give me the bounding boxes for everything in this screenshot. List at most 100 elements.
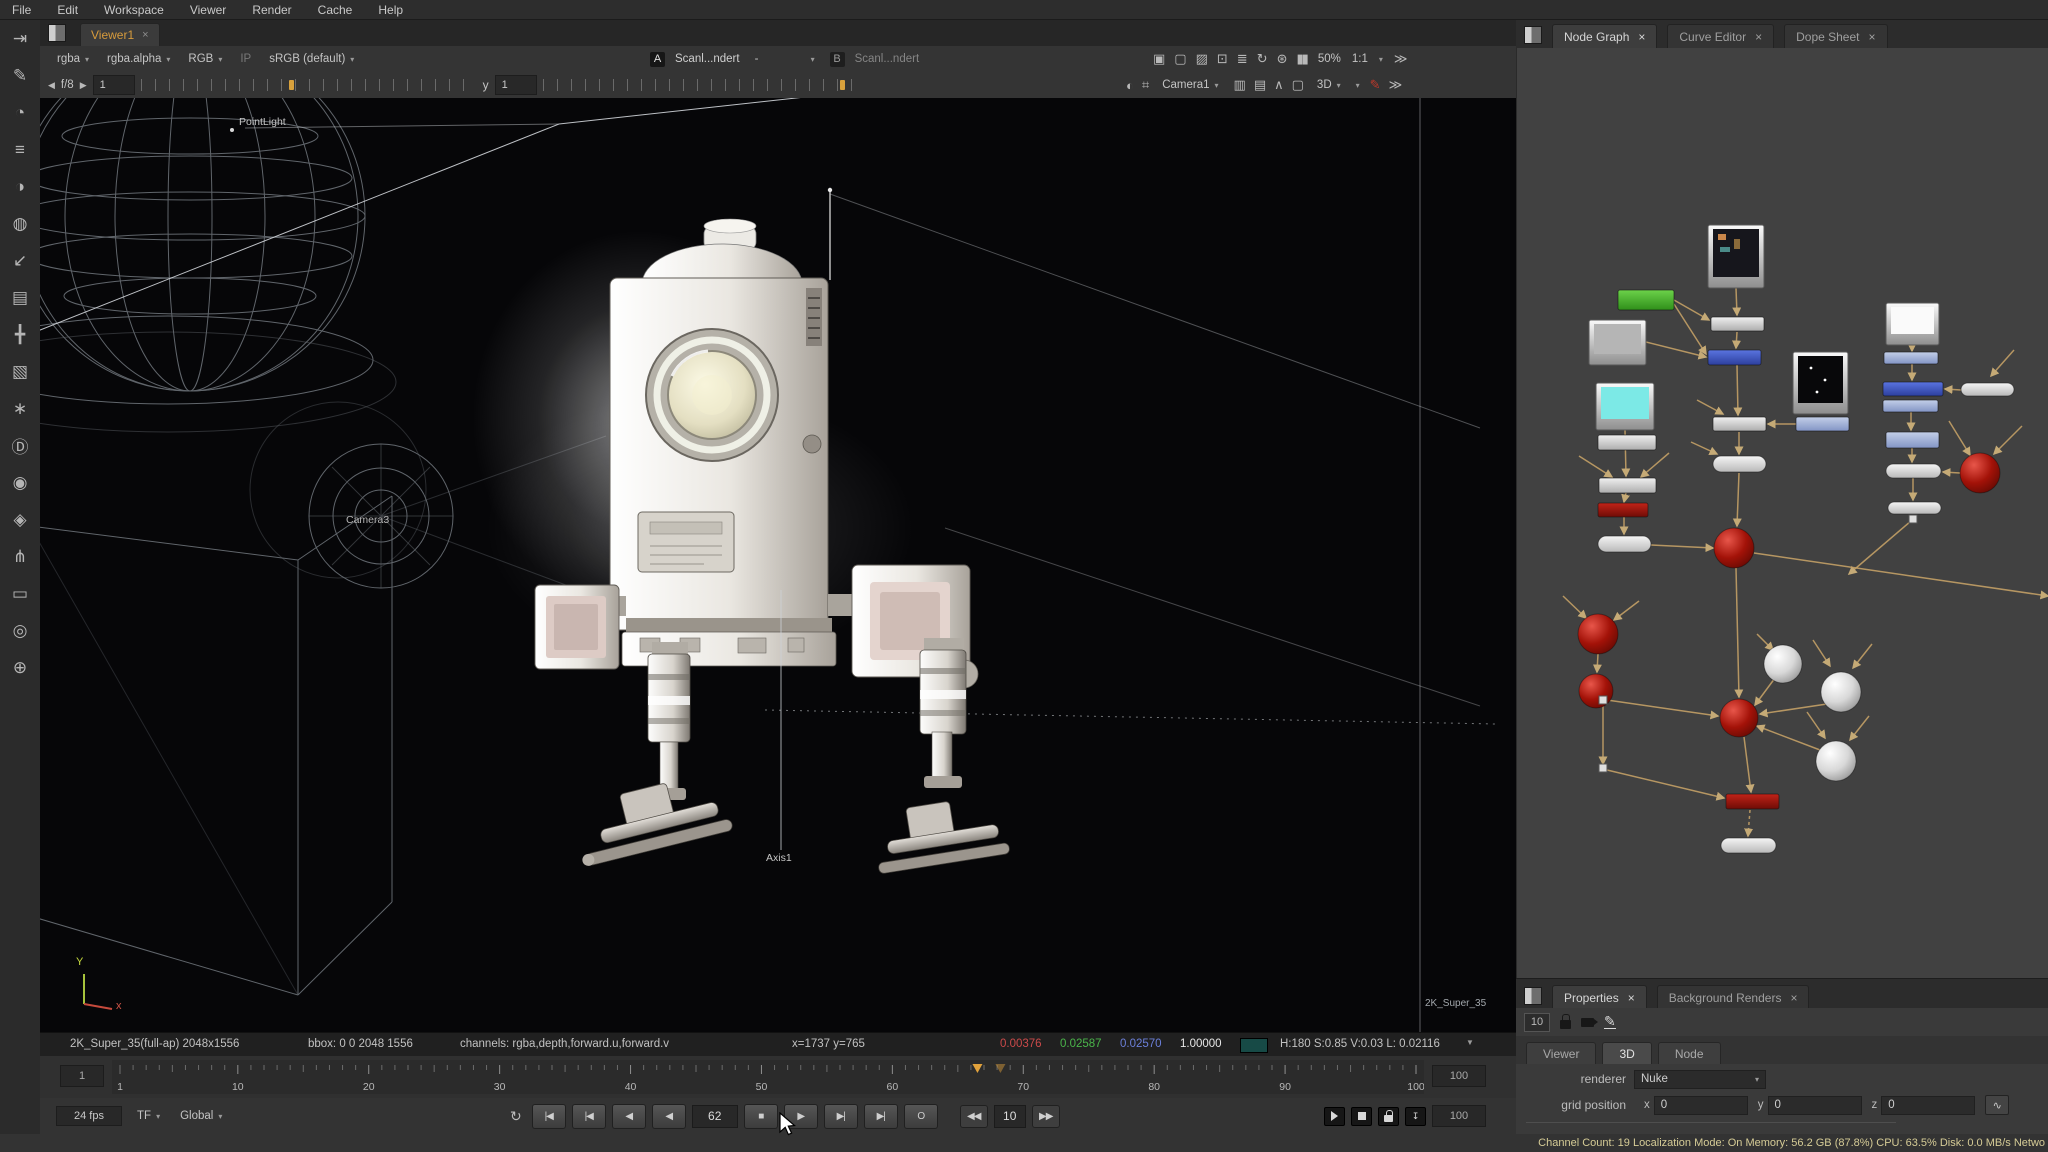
connection-elbow[interactable] bbox=[1909, 515, 1917, 523]
tab-properties[interactable]: Properties× bbox=[1552, 985, 1647, 1009]
annotate-icon[interactable]: ✎ bbox=[1370, 77, 1379, 93]
node-red-sphere[interactable] bbox=[1720, 699, 1758, 737]
gain-slider-handle[interactable] bbox=[289, 80, 294, 90]
menu-file[interactable]: File bbox=[12, 3, 31, 17]
collapse-toolbar-icon[interactable]: ≫ bbox=[1394, 51, 1406, 67]
node-pill[interactable] bbox=[1886, 464, 1941, 478]
node-lightblue-bar[interactable] bbox=[1886, 432, 1939, 448]
node-lightblue-bar[interactable] bbox=[1883, 400, 1938, 412]
transport-back-button-1[interactable]: |◀ bbox=[572, 1104, 606, 1129]
node-blue-bar[interactable] bbox=[1883, 382, 1943, 396]
marquee-icon[interactable]: ▢ bbox=[1292, 77, 1302, 93]
close-icon[interactable]: × bbox=[1755, 30, 1762, 44]
save-range-icon[interactable]: ↧ bbox=[1405, 1107, 1426, 1126]
lock-icon[interactable] bbox=[1560, 1020, 1571, 1029]
node-blue-bar[interactable] bbox=[1708, 350, 1761, 365]
node-darkred-bar[interactable] bbox=[1598, 503, 1648, 517]
colorspace-dropdown[interactable]: sRGB (default)▾ bbox=[264, 51, 359, 67]
collapse-toolbar-icon[interactable]: ≫ bbox=[1389, 77, 1401, 93]
headlamp-icon[interactable]: ◐ bbox=[1126, 78, 1132, 93]
frame-range-dropdown[interactable]: Global▾ bbox=[175, 1108, 227, 1124]
gamma-slider-handle[interactable] bbox=[840, 80, 845, 90]
node-gray-bar[interactable] bbox=[1598, 435, 1656, 450]
subtab-viewer[interactable]: Viewer bbox=[1526, 1042, 1596, 1064]
mask-overlay-icon[interactable]: ▢ bbox=[1174, 51, 1184, 67]
last-frame-input[interactable]: 100 bbox=[1432, 1105, 1486, 1127]
fstop-label[interactable]: f/8 bbox=[61, 79, 74, 91]
input-b-badge[interactable]: B bbox=[830, 52, 845, 67]
node-pill[interactable] bbox=[1888, 502, 1941, 514]
gain-region-icon[interactable]: ▣ bbox=[1153, 51, 1163, 67]
current-frame-display[interactable]: 62 bbox=[692, 1105, 738, 1128]
metadata-icon[interactable]: ◈ bbox=[0, 501, 40, 538]
zoom-level-dropdown[interactable]: 50% bbox=[1318, 53, 1341, 65]
node-pill[interactable] bbox=[1713, 456, 1766, 472]
tab-dope-sheet[interactable]: Dope Sheet× bbox=[1784, 24, 1887, 48]
camera-dropdown[interactable]: Camera1▾ bbox=[1157, 77, 1223, 93]
3d-icon[interactable]: ▧ bbox=[0, 353, 40, 390]
subtab-node[interactable]: Node bbox=[1658, 1042, 1721, 1064]
views-icon[interactable]: ◉ bbox=[0, 464, 40, 501]
pixel-aspect-label[interactable]: 1:1 bbox=[1352, 53, 1368, 65]
node-lightblue-bar[interactable] bbox=[1796, 417, 1849, 431]
menu-viewer[interactable]: Viewer bbox=[190, 3, 226, 17]
close-icon[interactable]: × bbox=[1790, 991, 1797, 1005]
transport-fwd-button-4[interactable]: O bbox=[904, 1104, 938, 1129]
panel-layout-icon[interactable] bbox=[48, 24, 66, 42]
time-icon[interactable]: ◔ bbox=[0, 94, 40, 131]
grid-y-input[interactable]: 0 bbox=[1768, 1096, 1862, 1115]
other-icon[interactable]: ▭ bbox=[0, 575, 40, 612]
transport-back-button-2[interactable]: ◀ bbox=[612, 1104, 646, 1129]
node-black-thumbnail[interactable] bbox=[1793, 352, 1848, 414]
alpha-dropdown[interactable]: rgba.alpha▾ bbox=[102, 51, 175, 67]
display-channel-dropdown[interactable]: RGB▾ bbox=[183, 51, 227, 67]
close-icon[interactable]: × bbox=[1869, 30, 1876, 44]
menu-help[interactable]: Help bbox=[378, 3, 403, 17]
node-pill[interactable] bbox=[1721, 838, 1776, 853]
node-graph-svg[interactable] bbox=[1517, 48, 2048, 978]
panel-layout-icon[interactable] bbox=[1524, 26, 1542, 44]
frame-ruler[interactable]: 1102030405060708090100 bbox=[112, 1060, 1424, 1094]
node-red-sphere[interactable] bbox=[1579, 674, 1613, 708]
update-icon[interactable]: ⊛ bbox=[1277, 51, 1286, 67]
close-icon[interactable]: × bbox=[1638, 30, 1645, 44]
ab-mode-dropdown[interactable]: -▾ bbox=[750, 51, 820, 67]
tab-node-graph[interactable]: Node Graph× bbox=[1552, 24, 1657, 48]
tab-curve-editor[interactable]: Curve Editor× bbox=[1667, 24, 1774, 48]
wipe-icon[interactable]: ⊡ bbox=[1217, 51, 1226, 67]
lock-range-icon[interactable] bbox=[1378, 1107, 1399, 1126]
draw-icon[interactable]: ✎ bbox=[0, 57, 40, 94]
transport-back-button-3[interactable]: ◀ bbox=[652, 1104, 686, 1129]
ip-toggle[interactable]: IP bbox=[235, 51, 256, 67]
node-gray-thumbnail[interactable] bbox=[1589, 320, 1646, 365]
transport-fwd-button-0[interactable]: ■ bbox=[744, 1104, 778, 1129]
menu-cache[interactable]: Cache bbox=[318, 3, 353, 17]
view-mode-dropdown[interactable]: 3D▾ bbox=[1312, 77, 1346, 93]
tab-background-renders[interactable]: Background Renders× bbox=[1657, 985, 1810, 1009]
chevron-down-icon[interactable]: ▾ bbox=[1379, 55, 1383, 64]
lut-curve-icon[interactable]: ∧ bbox=[1274, 77, 1282, 93]
checker-icon[interactable]: ▨ bbox=[1196, 51, 1206, 67]
tab-viewer1[interactable]: Viewer1 × bbox=[80, 23, 160, 46]
node-white-sphere[interactable] bbox=[1816, 741, 1856, 781]
filter-icon[interactable]: ◍ bbox=[0, 205, 40, 242]
deep-icon[interactable]: Ⓓ bbox=[0, 427, 40, 464]
transform-icon[interactable]: ╋ bbox=[0, 316, 40, 353]
close-icon[interactable]: × bbox=[1628, 991, 1635, 1005]
node-gray-bar[interactable] bbox=[1599, 478, 1656, 493]
node-darkred-bar[interactable] bbox=[1726, 794, 1779, 809]
node-red-sphere[interactable] bbox=[1714, 528, 1754, 568]
step-back-button[interactable]: ◀◀ bbox=[960, 1105, 988, 1128]
channel-icon[interactable]: ≡ bbox=[0, 131, 40, 168]
node-pill[interactable] bbox=[1961, 383, 2014, 396]
input-b-node[interactable]: Scanl...ndert bbox=[855, 53, 920, 65]
renderer-dropdown[interactable]: Nuke ▾ bbox=[1634, 1070, 1766, 1089]
gain-slider[interactable] bbox=[141, 79, 471, 91]
node-lightblue-bar[interactable] bbox=[1884, 352, 1938, 364]
subtab-3d[interactable]: 3D bbox=[1602, 1042, 1651, 1064]
grid-x-input[interactable]: 0 bbox=[1654, 1096, 1748, 1115]
playback-mode-icon[interactable]: ↻ bbox=[510, 1108, 522, 1125]
node-cyan-thumbnail[interactable] bbox=[1596, 383, 1654, 430]
viewer-3d-viewport[interactable]: PointLight Camera3 Axis1 2K_Super_35 Y x bbox=[40, 98, 1516, 1032]
refresh-icon[interactable]: ↻ bbox=[1257, 51, 1266, 67]
